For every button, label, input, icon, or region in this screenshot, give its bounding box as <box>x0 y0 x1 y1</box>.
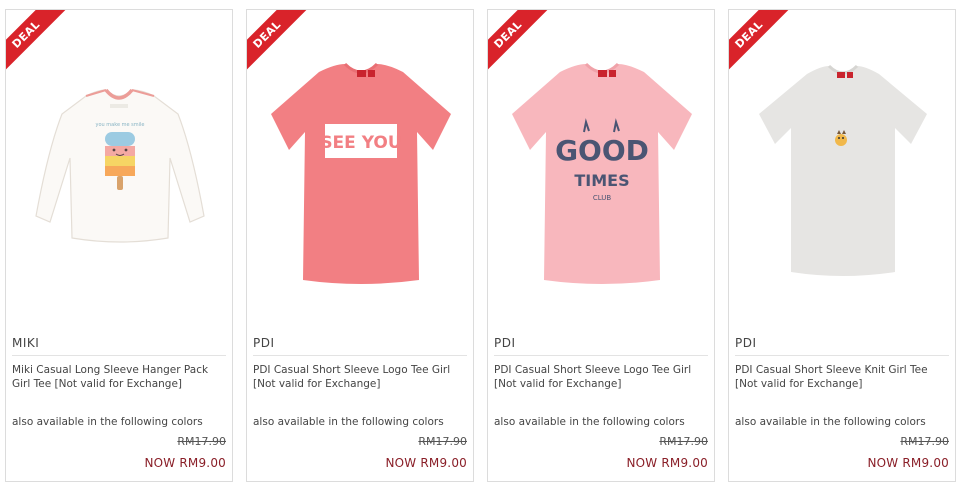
colors-note: also available in the following colors <box>494 416 685 428</box>
product-brand[interactable]: PDI <box>253 336 275 350</box>
old-price: RM17.90 <box>659 435 708 448</box>
old-price: RM17.90 <box>900 435 949 448</box>
product-card[interactable]: GOOD TIMES CLUB DEAL PDI PDI Casual Shor… <box>487 9 715 482</box>
tee-print-line1: GOOD <box>555 134 649 167</box>
old-price: RM17.90 <box>177 435 226 448</box>
now-price: NOW RM9.00 <box>867 456 949 470</box>
svg-text:you make me smile: you make me smile <box>96 122 145 128</box>
product-title[interactable]: PDI Casual Short Sleeve Logo Tee Girl [N… <box>494 363 708 391</box>
colors-note: also available in the following colors <box>735 416 926 428</box>
product-card[interactable]: SEE YOU DEAL PDI PDI Casual Short Sleeve… <box>246 9 474 482</box>
colors-note: also available in the following colors <box>253 416 444 428</box>
divider <box>253 355 467 356</box>
deal-label: DEAL <box>729 10 789 74</box>
deal-ribbon: DEAL <box>247 10 311 74</box>
deal-ribbon: DEAL <box>6 10 70 74</box>
divider <box>735 355 949 356</box>
product-card[interactable]: DEAL PDI PDI Casual Short Sleeve Knit Gi… <box>728 9 956 482</box>
old-price: RM17.90 <box>418 435 467 448</box>
product-brand[interactable]: PDI <box>735 336 757 350</box>
now-price: NOW RM9.00 <box>385 456 467 470</box>
now-price: NOW RM9.00 <box>144 456 226 470</box>
now-price: NOW RM9.00 <box>626 456 708 470</box>
deal-label: DEAL <box>488 10 548 74</box>
product-title[interactable]: PDI Casual Short Sleeve Logo Tee Girl [N… <box>253 363 467 391</box>
tee-print-line3: CLUB <box>593 194 612 202</box>
colors-note: also available in the following colors <box>12 416 203 428</box>
product-brand[interactable]: PDI <box>494 336 516 350</box>
product-title[interactable]: PDI Casual Short Sleeve Knit Girl Tee [N… <box>735 363 949 391</box>
deal-ribbon: DEAL <box>729 10 793 74</box>
tee-print-text: SEE YOU <box>320 133 401 153</box>
deal-label: DEAL <box>6 10 66 74</box>
divider <box>494 355 708 356</box>
deal-label: DEAL <box>247 10 307 74</box>
product-title[interactable]: Miki Casual Long Sleeve Hanger Pack Girl… <box>12 363 226 391</box>
deal-ribbon: DEAL <box>488 10 552 74</box>
product-brand[interactable]: MIKI <box>12 336 39 350</box>
product-card[interactable]: you make me smile DEAL MIKI Miki Casual … <box>5 9 233 482</box>
divider <box>12 355 226 356</box>
tee-print-line2: TIMES <box>574 171 629 190</box>
